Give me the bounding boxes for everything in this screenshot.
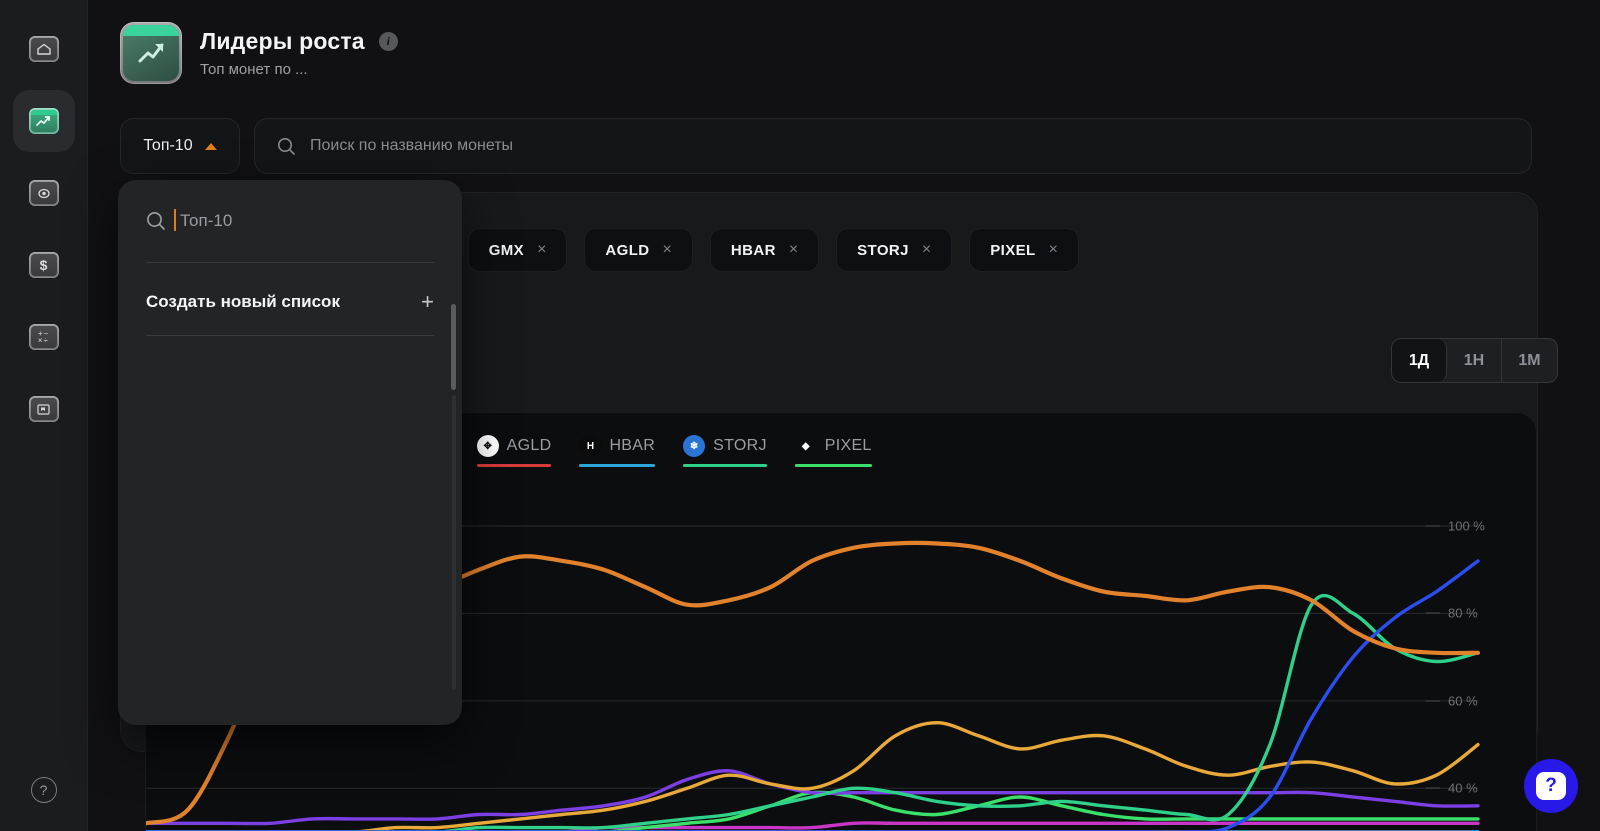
period-switch[interactable]: 1Д1Н1М [1391, 338, 1558, 383]
book-icon [29, 396, 59, 422]
page-title: Лидеры роста [200, 28, 365, 55]
search-icon [146, 211, 166, 231]
page-subtitle: Топ монет по ... [200, 61, 398, 78]
legend-color-bar [795, 464, 872, 467]
list-select-label: Топ-10 [143, 137, 192, 155]
scrollbar-thumb[interactable] [451, 304, 456, 390]
chart-series-line [146, 723, 1478, 831]
agld-coin-icon: ✥ [477, 435, 499, 457]
sidebar-item-growth-leaders[interactable] [13, 90, 75, 152]
legend-color-bar [477, 464, 552, 467]
period-option[interactable]: 1М [1502, 339, 1557, 382]
page-header: Лидеры роста i Топ монет по ... [120, 22, 398, 84]
legend-item[interactable]: H HBAR [565, 435, 669, 467]
list-dropdown-panel: Топ-10 Создать новый список + [118, 180, 462, 725]
sidebar-help-label: ? [40, 782, 48, 798]
info-icon[interactable]: i [379, 32, 398, 51]
legend-item-label: AGLD [507, 437, 552, 455]
dropdown-search-placeholder: Топ-10 [180, 211, 232, 231]
sidebar-help-button[interactable]: ? [31, 777, 57, 803]
legend-item[interactable]: ✥ AGLD [463, 435, 566, 467]
legend-item[interactable]: ◆ PIXEL [781, 435, 886, 467]
coin-tag-label: GMX [489, 242, 524, 259]
sidebar-item-prices[interactable]: $ [13, 234, 75, 296]
close-icon[interactable]: × [922, 242, 931, 258]
close-icon[interactable]: × [537, 242, 546, 258]
legend-item[interactable]: ❄ STORJ [669, 435, 781, 467]
close-icon[interactable]: × [663, 242, 672, 258]
coin-tag[interactable]: GMX × [468, 228, 568, 272]
coin-tag-label: PIXEL [990, 242, 1035, 259]
help-fab-button[interactable]: ? [1524, 759, 1578, 813]
coin-tag[interactable]: STORJ × [836, 228, 952, 272]
hbar-coin-icon: H [579, 435, 601, 457]
legend-item-label: PIXEL [825, 437, 872, 455]
coin-search-placeholder: Поиск по названию монеты [310, 137, 513, 155]
app-icon [120, 22, 182, 84]
storj-coin-icon: ❄ [683, 435, 705, 457]
controls-row: Топ-10 Поиск по названию монеты [120, 118, 1532, 174]
eye-scan-icon [29, 180, 59, 206]
dropdown-search-input[interactable]: Топ-10 [118, 180, 462, 262]
close-icon[interactable]: × [789, 242, 798, 258]
sidebar-item-home[interactable] [13, 18, 75, 80]
chevron-up-icon [205, 143, 217, 150]
legend-color-bar [579, 464, 655, 467]
period-option[interactable]: 1Д [1392, 339, 1447, 382]
coin-tag-label: HBAR [731, 242, 776, 259]
calculator-icon: +−×÷ [29, 324, 59, 350]
create-new-list-button[interactable]: Создать новый список + [118, 277, 462, 327]
coin-search-input[interactable]: Поиск по названию монеты [254, 118, 1532, 174]
pixel-coin-icon: ◆ [795, 435, 817, 457]
coin-tag-label: AGLD [605, 242, 649, 259]
chart-series-line [146, 823, 1478, 831]
scrollbar-track[interactable] [452, 395, 456, 690]
list-select-button[interactable]: Топ-10 [120, 118, 240, 174]
coin-tag[interactable]: HBAR × [710, 228, 819, 272]
sidebar-item-screener[interactable] [13, 162, 75, 224]
close-icon[interactable]: × [1049, 242, 1058, 258]
dollar-icon: $ [29, 252, 59, 278]
coin-tag-label: STORJ [857, 242, 909, 259]
chart-growth-icon [29, 108, 59, 134]
home-icon [29, 36, 59, 62]
sidebar-item-news[interactable] [13, 378, 75, 440]
help-question-icon: ? [1536, 772, 1566, 800]
search-icon [277, 137, 296, 156]
legend-item-label: STORJ [713, 437, 767, 455]
coin-tag[interactable]: PIXEL × [969, 228, 1079, 272]
coin-tag[interactable]: AGLD × [584, 228, 692, 272]
legend-color-bar [683, 464, 767, 467]
period-option[interactable]: 1Н [1447, 339, 1502, 382]
legend-item-label: HBAR [609, 437, 655, 455]
sidebar: $ +−×÷ ? [0, 0, 88, 831]
create-new-list-label: Создать новый список [146, 292, 340, 312]
plus-icon: + [421, 291, 434, 313]
app-root: $ +−×÷ ? [0, 0, 1600, 831]
sidebar-item-calculator[interactable]: +−×÷ [13, 306, 75, 368]
